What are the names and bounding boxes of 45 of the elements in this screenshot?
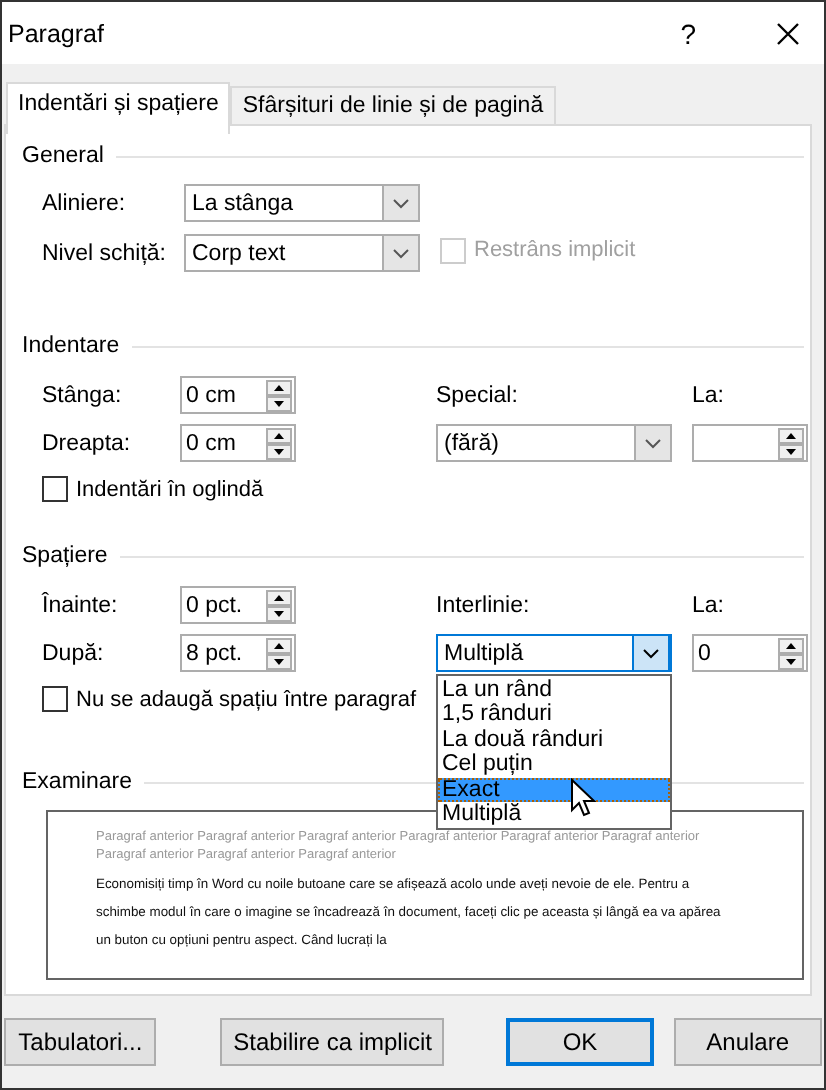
field-label: La: — [692, 593, 724, 617]
section-heading: General — [22, 144, 104, 168]
field-label: Înainte: — [42, 593, 118, 617]
field-label: După: — [42, 641, 104, 665]
section-heading: Indentare — [22, 334, 120, 358]
field-label: Interlinie: — [436, 593, 530, 617]
window-title: Paragraf — [8, 19, 106, 47]
field-label: Nivel schiță: — [42, 241, 168, 265]
dropdown[interactable]: Multiplă — [436, 634, 672, 672]
dropdown-option[interactable]: La două rânduri — [438, 727, 670, 753]
field-label: Special: — [436, 383, 518, 407]
dropdown[interactable]: (fără) — [436, 424, 672, 462]
dropdown-option[interactable]: 1,5 rânduri — [438, 702, 670, 728]
chevron-icon — [632, 634, 670, 672]
chevron-icon — [634, 426, 670, 460]
chevron-icon — [382, 236, 418, 270]
field-label: Dreapta: — [42, 431, 131, 455]
spin-field[interactable]: 0 cm — [180, 424, 296, 462]
field-label: Stânga: — [42, 383, 122, 407]
chevron-icon — [382, 186, 418, 220]
dialog-button[interactable]: Anulare — [673, 1018, 823, 1066]
tab[interactable]: Indentări și spațiere — [6, 82, 231, 134]
field-label: La: — [692, 383, 724, 407]
spin-field[interactable] — [692, 424, 808, 462]
checkbox[interactable]: Indentări în oglindă — [42, 476, 264, 502]
dialog-button[interactable]: Tabulatori... — [4, 1018, 157, 1066]
dialog-button[interactable]: Stabilire ca implicit — [220, 1018, 445, 1066]
close-icon[interactable] — [776, 21, 800, 45]
dropdown[interactable]: Corp text — [184, 234, 420, 272]
spin-field[interactable]: 8 pct. — [180, 634, 296, 672]
spin-field[interactable]: 0 pct. — [180, 586, 296, 624]
spin-field[interactable]: 0 — [692, 634, 808, 672]
dropdown-option[interactable]: Multiplă — [438, 801, 670, 827]
dropdown-option[interactable]: Cel puțin — [438, 752, 670, 778]
field-label: Aliniere: — [42, 191, 128, 215]
dropdown[interactable]: La stânga — [184, 184, 420, 222]
dialog-button[interactable]: OK — [506, 1018, 654, 1066]
dropdown-option[interactable]: La un rând — [438, 678, 670, 703]
section-heading: Spațiere — [22, 544, 108, 568]
help-button[interactable]: ? — [680, 17, 696, 49]
mouse-pointer-icon — [570, 778, 596, 818]
checkbox[interactable]: Nu se adaugă spațiu între paragraf — [42, 686, 417, 712]
dropdown-option[interactable]: Exact — [438, 777, 670, 802]
spin-field[interactable]: 0 cm — [180, 376, 296, 414]
section-heading: Examinare — [22, 770, 132, 794]
